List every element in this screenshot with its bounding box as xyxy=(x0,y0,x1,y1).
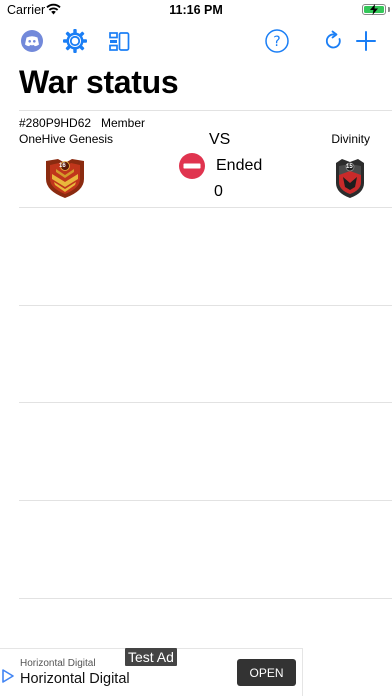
test-ad-label: Test Ad xyxy=(125,648,177,666)
war-row[interactable]: #280P9HD62 Member OneHive Genesis VS Div… xyxy=(0,110,392,208)
war-state: Ended xyxy=(216,157,263,174)
war-score: 0 xyxy=(214,183,223,200)
ad-choices-icon[interactable] xyxy=(2,669,14,683)
clan-tag: #280P9HD62 xyxy=(19,116,92,130)
divider xyxy=(19,207,392,208)
divider xyxy=(19,500,392,501)
divider xyxy=(19,402,392,403)
divider xyxy=(19,598,392,599)
status-bar: Carrier 11:16 PM xyxy=(0,0,392,20)
clan-name: OneHive Genesis xyxy=(19,132,114,146)
help-icon[interactable]: ? xyxy=(263,27,291,55)
charging-bolt-icon xyxy=(370,4,378,15)
toolbar: ? xyxy=(0,24,392,58)
discord-icon[interactable] xyxy=(18,27,46,55)
divider xyxy=(19,305,392,306)
opponent-badge-level: 15 xyxy=(346,164,353,170)
no-entry-icon xyxy=(179,153,205,179)
ad-advertiser-small: Horizontal Digital xyxy=(20,658,96,669)
battery-cap xyxy=(388,7,390,12)
list-layout-icon[interactable] xyxy=(106,27,134,55)
clock-label: 11:16 PM xyxy=(169,3,223,17)
ad-advertiser-title: Horizontal Digital xyxy=(20,671,130,687)
refresh-icon[interactable] xyxy=(320,27,348,55)
opponent-name: Divinity xyxy=(331,132,370,146)
member-role: Member xyxy=(101,116,146,130)
clan-badge-level: 16 xyxy=(59,163,66,169)
add-icon[interactable] xyxy=(352,27,380,55)
ad-open-button[interactable]: OPEN xyxy=(237,659,296,686)
settings-gear-icon[interactable] xyxy=(61,27,89,55)
svg-text:?: ? xyxy=(273,34,280,50)
vs-label: VS xyxy=(209,131,231,148)
page-title: War status xyxy=(19,64,179,100)
